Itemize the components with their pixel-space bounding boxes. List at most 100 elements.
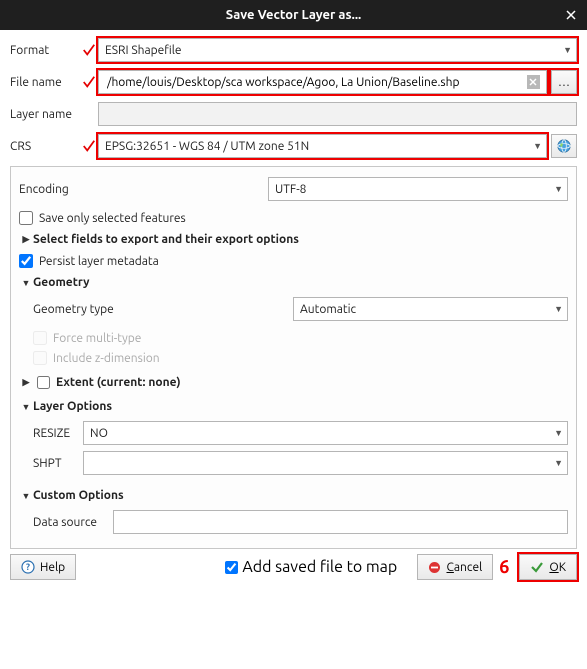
layername-input[interactable] [98,102,577,126]
layer-options-header[interactable]: ▼ Layer Options [19,400,568,413]
triangle-down-icon: ▼ [19,402,33,412]
select-crs-button[interactable] [551,134,577,158]
shpt-label: SHPT [33,457,83,470]
force-multi-label: Force multi-type [53,332,141,345]
geometry-header[interactable]: ▼ Geometry [19,276,568,289]
encoding-row: Encoding UTF-8 ▼ [19,177,568,201]
dialog-content: Format ESRI Shapefile ▼ File name … Laye… [0,30,587,549]
encoding-value: UTF-8 [275,183,306,196]
close-button[interactable] [561,5,581,25]
filename-row: File name … [10,70,577,94]
extent-checkbox[interactable] [37,376,50,389]
window-title: Save Vector Layer as... [226,8,361,22]
save-selected-checkbox[interactable] [19,211,33,225]
layername-field[interactable] [105,107,570,122]
ok-label: OK [549,561,566,574]
layername-label: Layer name [10,108,80,121]
save-selected-label: Save only selected features [39,212,186,225]
triangle-right-icon: ▶ [19,234,33,245]
geometry-type-row: Geometry type Automatic ▼ [33,297,568,321]
crs-checkmark-annotation [80,139,98,153]
custom-options-sub: Data source [33,510,568,534]
layer-options-title: Layer Options [33,400,112,413]
format-checkmark-annotation [80,43,98,57]
ellipsis-icon: … [558,76,570,89]
chevron-down-icon: ▼ [554,304,563,314]
crs-row: CRS EPSG:32651 - WGS 84 / UTM zone 51N ▼ [10,134,577,158]
data-source-input[interactable] [113,510,568,534]
step-annotation: 6 [499,557,509,577]
layername-row: Layer name [10,102,577,126]
cancel-button[interactable]: Cancel [417,554,494,580]
custom-options-header[interactable]: ▼ Custom Options [19,489,568,502]
title-bar: Save Vector Layer as... [0,0,587,30]
geometry-type-label: Geometry type [33,303,293,316]
chevron-down-icon: ▼ [533,141,542,151]
cancel-label: Cancel [447,561,483,574]
persist-metadata-label: Persist layer metadata [39,255,159,268]
ok-button[interactable]: OK [519,554,577,580]
format-value: ESRI Shapefile [105,44,182,57]
help-button[interactable]: ? Help [10,554,76,580]
encoding-combo[interactable]: UTF-8 ▼ [268,177,568,201]
shpt-combo[interactable]: ▼ [83,451,568,475]
filename-input[interactable] [98,70,547,94]
extent-header[interactable]: ▶ Extent (current: none) [19,373,568,392]
globe-icon [556,138,572,154]
resize-combo[interactable]: NO ▼ [83,421,568,445]
persist-metadata-checkbox[interactable] [19,254,33,268]
select-fields-label: Select fields to export and their export… [33,233,299,246]
triangle-down-icon: ▼ [19,278,33,288]
chevron-down-icon: ▼ [554,458,563,468]
filename-checkmark-annotation [80,75,98,89]
encoding-label: Encoding [19,183,268,196]
force-multi-checkbox [33,331,47,345]
filename-field[interactable] [105,75,523,90]
svg-text:?: ? [26,562,30,572]
geometry-type-combo[interactable]: Automatic ▼ [293,297,568,321]
add-to-map-checkbox[interactable] [225,561,238,574]
backspace-x-icon [529,78,537,86]
format-label: Format [10,44,80,57]
shpt-row: SHPT ▼ [33,451,568,475]
data-source-field[interactable] [120,515,561,530]
help-icon: ? [21,560,35,574]
layer-options-sub: RESIZE NO ▼ SHPT ▼ [33,421,568,475]
include-z-label: Include z-dimension [53,352,160,365]
resize-row: RESIZE NO ▼ [33,421,568,445]
include-z-row: Include z-dimension [33,351,568,365]
filename-label: File name [10,76,80,89]
cancel-icon [428,560,442,574]
browse-filename-button[interactable]: … [551,70,577,94]
chevron-down-icon: ▼ [563,45,572,55]
data-source-row: Data source [33,510,568,534]
geometry-sub: Geometry type Automatic ▼ Force multi-ty… [33,297,568,365]
force-multi-row: Force multi-type [33,331,568,345]
resize-label: RESIZE [33,427,83,440]
select-fields-header[interactable]: ▶ Select fields to export and their expo… [19,233,568,246]
data-source-label: Data source [33,516,113,529]
custom-options-title: Custom Options [33,489,124,502]
dialog-footer: ? Help Add saved file to map Cancel 6 OK [0,550,587,584]
resize-value: NO [90,427,108,440]
crs-combo[interactable]: EPSG:32651 - WGS 84 / UTM zone 51N ▼ [98,134,547,158]
crs-value: EPSG:32651 - WGS 84 / UTM zone 51N [105,140,309,153]
chevron-down-icon: ▼ [554,184,563,194]
format-combo[interactable]: ESRI Shapefile ▼ [98,38,577,62]
add-to-map-label: Add saved file to map [242,558,397,576]
ok-icon [530,560,544,574]
save-selected-row: Save only selected features [19,211,568,225]
include-z-checkbox [33,351,47,365]
close-icon [566,10,576,20]
geometry-title: Geometry [33,276,90,289]
extent-label: Extent (current: none) [56,376,181,389]
clear-filename-button[interactable] [527,75,540,89]
add-to-map-row: Add saved file to map [225,558,397,576]
format-row: Format ESRI Shapefile ▼ [10,38,577,62]
persist-metadata-row: Persist layer metadata [19,254,568,268]
help-label: Help [40,561,65,574]
geometry-type-value: Automatic [300,303,356,316]
options-panel: Encoding UTF-8 ▼ Save only selected feat… [10,166,577,549]
triangle-down-icon: ▼ [19,491,33,501]
crs-label: CRS [10,140,80,153]
